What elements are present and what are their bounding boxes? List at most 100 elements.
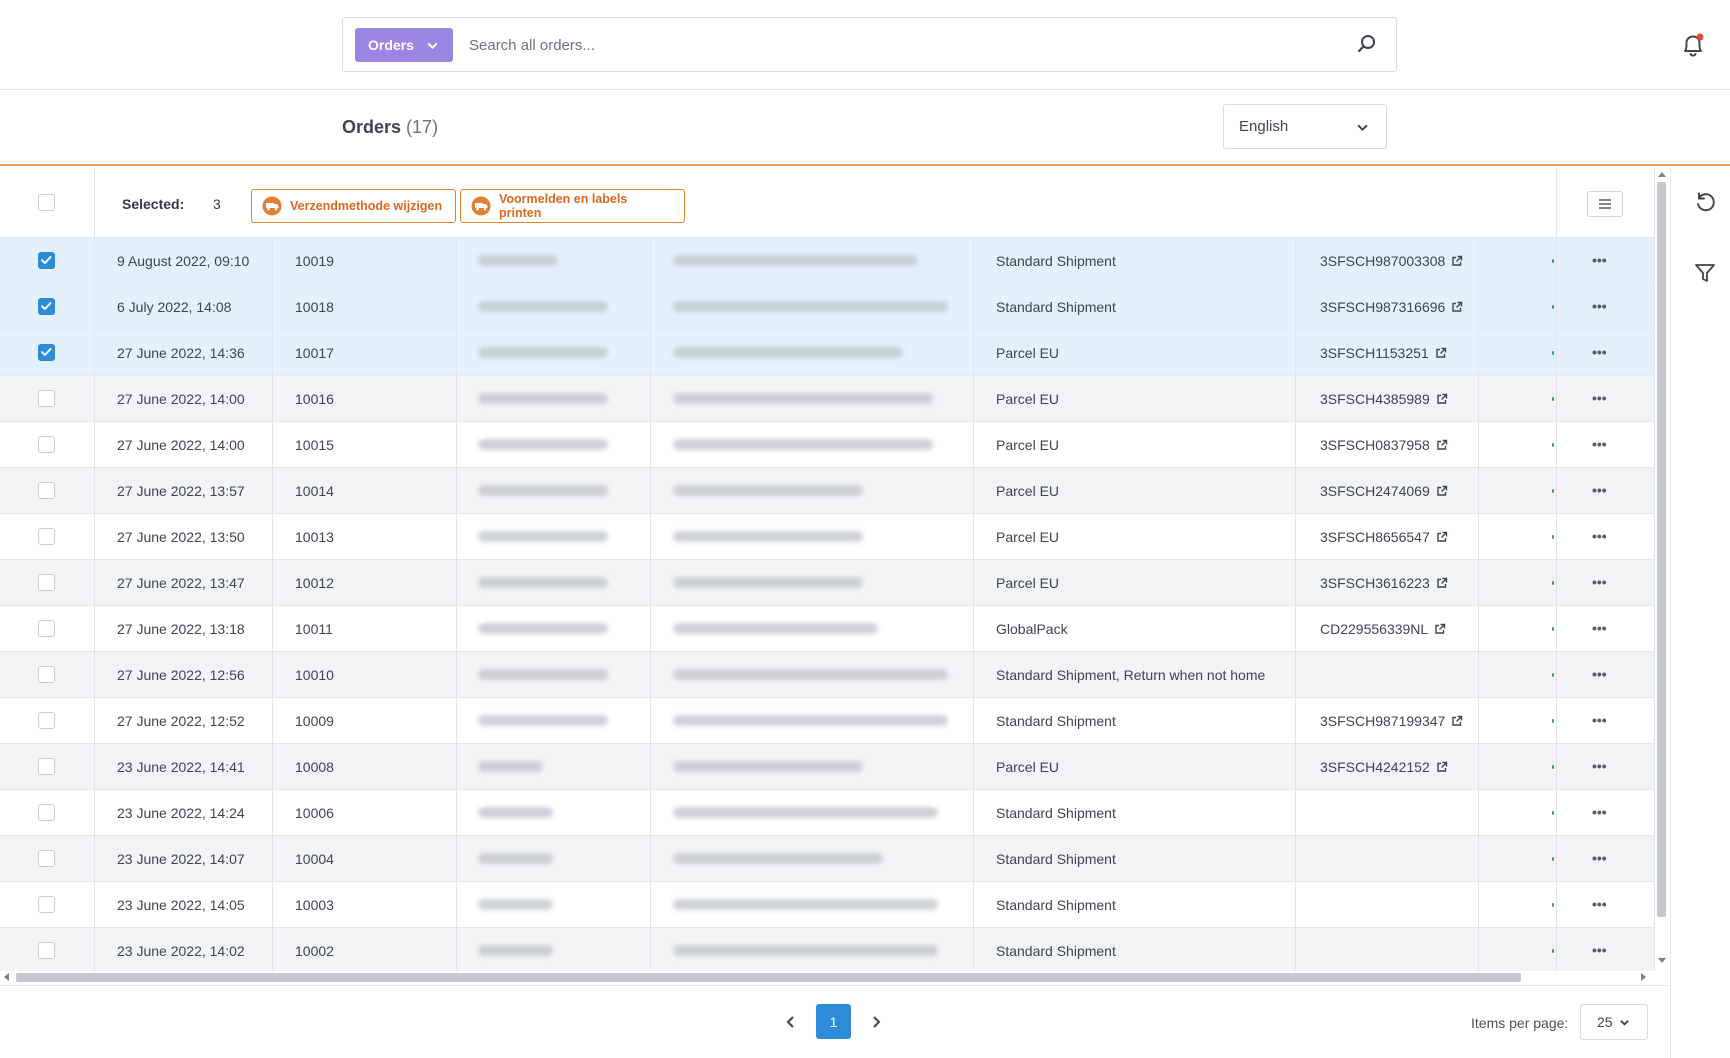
row-checkbox[interactable] (38, 252, 55, 269)
row-actions-menu-icon[interactable]: ••• (1592, 298, 1607, 314)
row-checkbox[interactable] (38, 896, 55, 913)
external-link-icon[interactable] (1436, 761, 1448, 773)
row-checkbox[interactable] (38, 390, 55, 407)
table-row[interactable]: 23 June 2022, 14:05 10003 Standard Shipmen… (0, 882, 1654, 928)
row-checkbox[interactable] (38, 528, 55, 545)
external-link-icon[interactable] (1436, 577, 1448, 589)
page-1-button[interactable]: 1 (816, 1004, 851, 1039)
table-row[interactable]: 27 June 2022, 13:50 10013 Parcel EU 3SFSCH8… (0, 514, 1654, 560)
horizontal-scrollbar[interactable] (0, 971, 1655, 984)
row-checkbox[interactable] (38, 298, 55, 315)
preannounce-print-labels-button[interactable]: Voormelden en labels printen (460, 189, 685, 223)
row-actions-menu-icon[interactable]: ••• (1592, 390, 1607, 406)
external-link-icon[interactable] (1436, 531, 1448, 543)
external-link-icon[interactable] (1451, 715, 1463, 727)
row-checkbox[interactable] (38, 758, 55, 775)
refresh-icon[interactable] (1694, 192, 1716, 214)
vertical-scroll-thumb[interactable] (1657, 182, 1666, 917)
shipping-method: Parcel EU (996, 575, 1060, 591)
cell-divider (1478, 836, 1479, 882)
row-actions-menu-icon[interactable]: ••• (1592, 528, 1607, 544)
row-checkbox[interactable] (38, 574, 55, 591)
cell-divider (1295, 284, 1296, 330)
notification-bell-icon[interactable] (1680, 32, 1706, 60)
table-row[interactable]: 23 June 2022, 14:24 10006 Standard Shipmen… (0, 790, 1654, 836)
items-per-page-select[interactable]: 25 (1580, 1004, 1648, 1040)
previous-page-icon[interactable] (784, 1015, 798, 1029)
row-checkbox[interactable] (38, 620, 55, 637)
table-row[interactable]: 27 June 2022, 13:57 10014 Parcel EU 3SFSCH2… (0, 468, 1654, 514)
row-actions-menu-icon[interactable]: ••• (1592, 758, 1607, 774)
table-row[interactable]: 27 June 2022, 13:47 10012 Parcel EU 3SFSCH3… (0, 560, 1654, 606)
row-actions-menu-icon[interactable]: ••• (1592, 942, 1607, 958)
external-link-icon[interactable] (1436, 485, 1448, 497)
cell-divider (1556, 652, 1557, 698)
horizontal-scroll-thumb[interactable] (16, 973, 1521, 982)
select-all-checkbox[interactable] (38, 194, 55, 211)
row-checkbox[interactable] (38, 712, 55, 729)
tracking-link[interactable]: CD229556339NL (1320, 621, 1446, 637)
cell-divider (94, 514, 95, 560)
table-row[interactable]: 9 August 2022, 09:10 10019 Standard Shipme… (0, 238, 1654, 284)
scroll-left-arrow[interactable] (4, 973, 9, 981)
tracking-link[interactable]: 3SFSCH1153251 (1320, 345, 1447, 361)
table-row[interactable]: 27 June 2022, 12:52 10009 Standard Shipmen… (0, 698, 1654, 744)
row-actions-menu-icon[interactable]: ••• (1592, 574, 1607, 590)
table-row[interactable]: 23 June 2022, 14:41 10008 Parcel EU 3SFSCH4… (0, 744, 1654, 790)
search-icon[interactable] (1356, 33, 1378, 55)
tracking-link[interactable]: 3SFSCH8656547 (1320, 529, 1448, 545)
tracking-link[interactable]: 3SFSCH987003308 (1320, 253, 1463, 269)
row-checkbox[interactable] (38, 482, 55, 499)
table-row[interactable]: 23 June 2022, 14:02 10002 Standard Shipmen… (0, 928, 1654, 971)
cell-divider (456, 790, 457, 836)
change-shipping-method-button[interactable]: Verzendmethode wijzigen (251, 189, 456, 223)
row-checkbox[interactable] (38, 436, 55, 453)
row-checkbox[interactable] (38, 344, 55, 361)
table-row[interactable]: 27 June 2022, 12:56 10010 Standard Shipmen… (0, 652, 1654, 698)
row-actions-menu-icon[interactable]: ••• (1592, 896, 1607, 912)
row-actions-menu-icon[interactable]: ••• (1592, 436, 1607, 452)
column-settings-button[interactable] (1587, 191, 1623, 217)
cell-divider (650, 652, 651, 698)
row-checkbox[interactable] (38, 804, 55, 821)
tracking-link[interactable]: 3SFSCH3616223 (1320, 575, 1448, 591)
external-link-icon[interactable] (1436, 439, 1448, 451)
external-link-icon[interactable] (1435, 347, 1447, 359)
scroll-up-arrow[interactable] (1658, 172, 1666, 177)
tracking-link[interactable]: 3SFSCH4242152 (1320, 759, 1448, 775)
scroll-down-arrow[interactable] (1658, 958, 1666, 963)
filter-icon[interactable] (1694, 262, 1716, 284)
table-row[interactable]: 27 June 2022, 14:36 10017 Parcel EU 3SFSCH1… (0, 330, 1654, 376)
tracking-link[interactable]: 3SFSCH4385989 (1320, 391, 1448, 407)
row-actions-menu-icon[interactable]: ••• (1592, 252, 1607, 268)
row-actions-menu-icon[interactable]: ••• (1592, 850, 1607, 866)
row-actions-menu-icon[interactable]: ••• (1592, 712, 1607, 728)
vertical-scrollbar[interactable] (1655, 168, 1668, 976)
external-link-icon[interactable] (1451, 255, 1463, 267)
language-select[interactable]: English (1223, 104, 1387, 149)
row-actions-menu-icon[interactable]: ••• (1592, 620, 1607, 636)
row-actions-menu-icon[interactable]: ••• (1592, 482, 1607, 498)
row-actions-menu-icon[interactable]: ••• (1592, 344, 1607, 360)
row-actions-menu-icon[interactable]: ••• (1592, 666, 1607, 682)
row-actions-menu-icon[interactable]: ••• (1592, 804, 1607, 820)
tracking-link[interactable]: 3SFSCH0837958 (1320, 437, 1448, 453)
table-row[interactable]: 27 June 2022, 14:00 10015 Parcel EU 3SFSCH0… (0, 422, 1654, 468)
table-row[interactable]: 27 June 2022, 14:00 10016 Parcel EU 3SFSCH4… (0, 376, 1654, 422)
table-row[interactable]: 6 July 2022, 14:08 10018 Standard Shipment… (0, 284, 1654, 330)
search-input[interactable] (469, 30, 1319, 60)
row-checkbox[interactable] (38, 666, 55, 683)
scroll-right-arrow[interactable] (1641, 973, 1646, 981)
external-link-icon[interactable] (1434, 623, 1446, 635)
external-link-icon[interactable] (1436, 393, 1448, 405)
next-page-icon[interactable] (869, 1015, 883, 1029)
search-scope-dropdown[interactable]: Orders (355, 28, 453, 62)
table-row[interactable]: 23 June 2022, 14:07 10004 Standard Shipmen… (0, 836, 1654, 882)
row-checkbox[interactable] (38, 850, 55, 867)
tracking-link[interactable]: 3SFSCH987199347 (1320, 713, 1463, 729)
table-row[interactable]: 27 June 2022, 13:18 10011 GlobalPack CD2295… (0, 606, 1654, 652)
tracking-link[interactable]: 3SFSCH987316696 (1320, 299, 1463, 315)
external-link-icon[interactable] (1451, 301, 1463, 313)
row-checkbox[interactable] (38, 942, 55, 959)
tracking-link[interactable]: 3SFSCH2474069 (1320, 483, 1448, 499)
